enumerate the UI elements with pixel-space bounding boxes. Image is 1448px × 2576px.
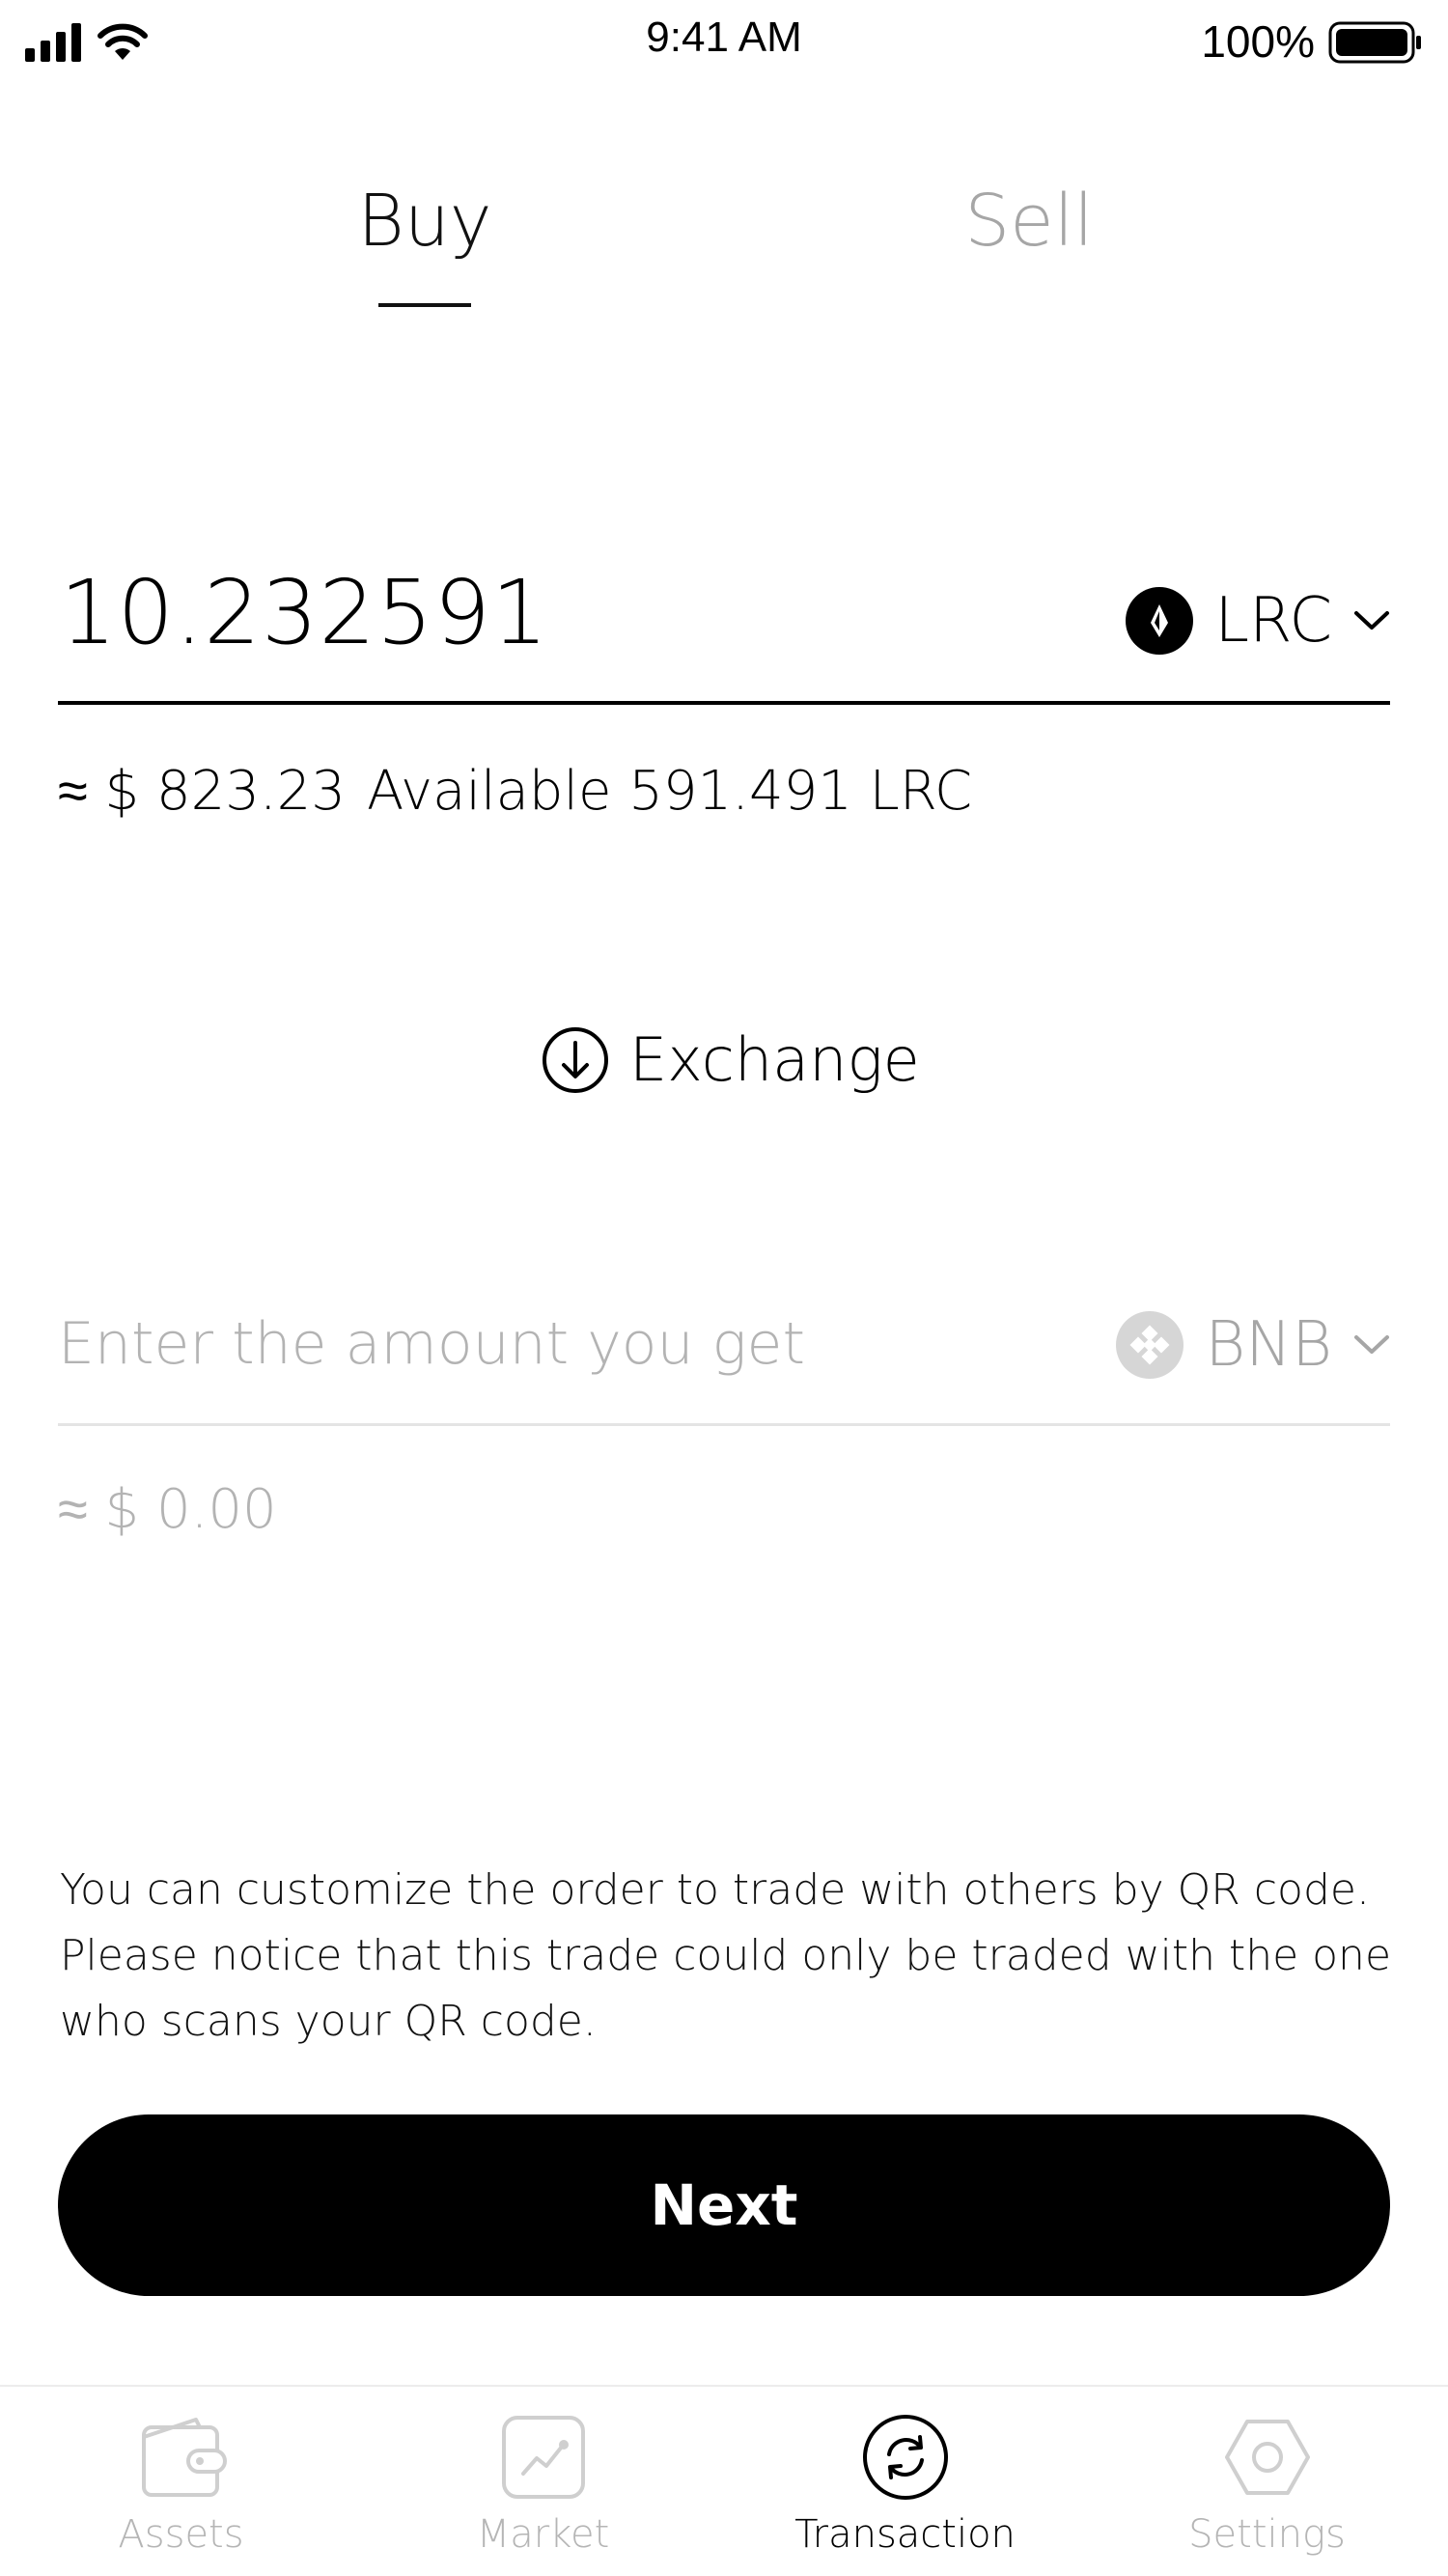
hexagon-settings-icon (1225, 2420, 1310, 2495)
tabbar-item-transaction[interactable]: Transaction (724, 2387, 1086, 2576)
tab-sell[interactable]: Sell (884, 178, 1174, 265)
tabbar-item-assets[interactable]: Assets (0, 2387, 362, 2576)
tabbar-label-assets: Assets (118, 2512, 244, 2557)
pay-token-selector[interactable]: LRC (1126, 584, 1390, 658)
next-button[interactable]: Next (58, 2114, 1390, 2296)
pay-field-underline (58, 701, 1390, 705)
available-balance: Available 591.491 LRC (367, 760, 973, 823)
get-usd-value: ≈ $ 0.00 (58, 1478, 277, 1541)
active-tab-indicator (378, 303, 471, 307)
qr-trade-note: You can customize the order to trade wit… (60, 1865, 1392, 2046)
bottom-tab-bar: Assets Market Transaction Settings (0, 2385, 1448, 2576)
loopring-coin-icon (1126, 587, 1194, 655)
exchange-label: Exchange (629, 1024, 920, 1095)
tabbar-item-settings[interactable]: Settings (1086, 2387, 1448, 2576)
get-amount-input[interactable] (58, 1296, 1023, 1392)
get-token-symbol: BNB (1205, 1309, 1332, 1381)
battery-percentage: 100% (1201, 16, 1315, 67)
exchange-button[interactable]: Exchange (541, 1022, 920, 1099)
status-bar: 9:41 AM 100% (0, 0, 1448, 83)
arrow-down-circle-icon (543, 1027, 608, 1093)
pay-usd-value: ≈ $ 823.23 (58, 760, 346, 823)
tabbar-item-market[interactable]: Market (362, 2387, 724, 2576)
chevron-down-icon (1354, 1335, 1389, 1354)
tabbar-label-market: Market (476, 2512, 610, 2557)
get-token-selector[interactable]: BNB (1116, 1308, 1390, 1382)
transaction-screen: 9:41 AM 100% Buy Sell 10.232591 LRC ≈ $ … (0, 0, 1448, 2576)
battery-icon (1328, 21, 1421, 64)
pay-token-symbol: LRC (1214, 585, 1332, 657)
chevron-down-icon (1354, 611, 1389, 630)
binance-coin-icon (1116, 1311, 1184, 1379)
tabbar-label-settings: Settings (1188, 2512, 1346, 2557)
exchange-icon (863, 2415, 948, 2500)
chart-icon (502, 2416, 585, 2499)
pay-amount-input[interactable]: 10.232591 (60, 560, 549, 666)
tab-buy[interactable]: Buy (280, 178, 570, 265)
wallet-icon (142, 2418, 227, 2497)
tabbar-label-transaction: Transaction (794, 2512, 1016, 2557)
get-field-underline (58, 1423, 1390, 1426)
